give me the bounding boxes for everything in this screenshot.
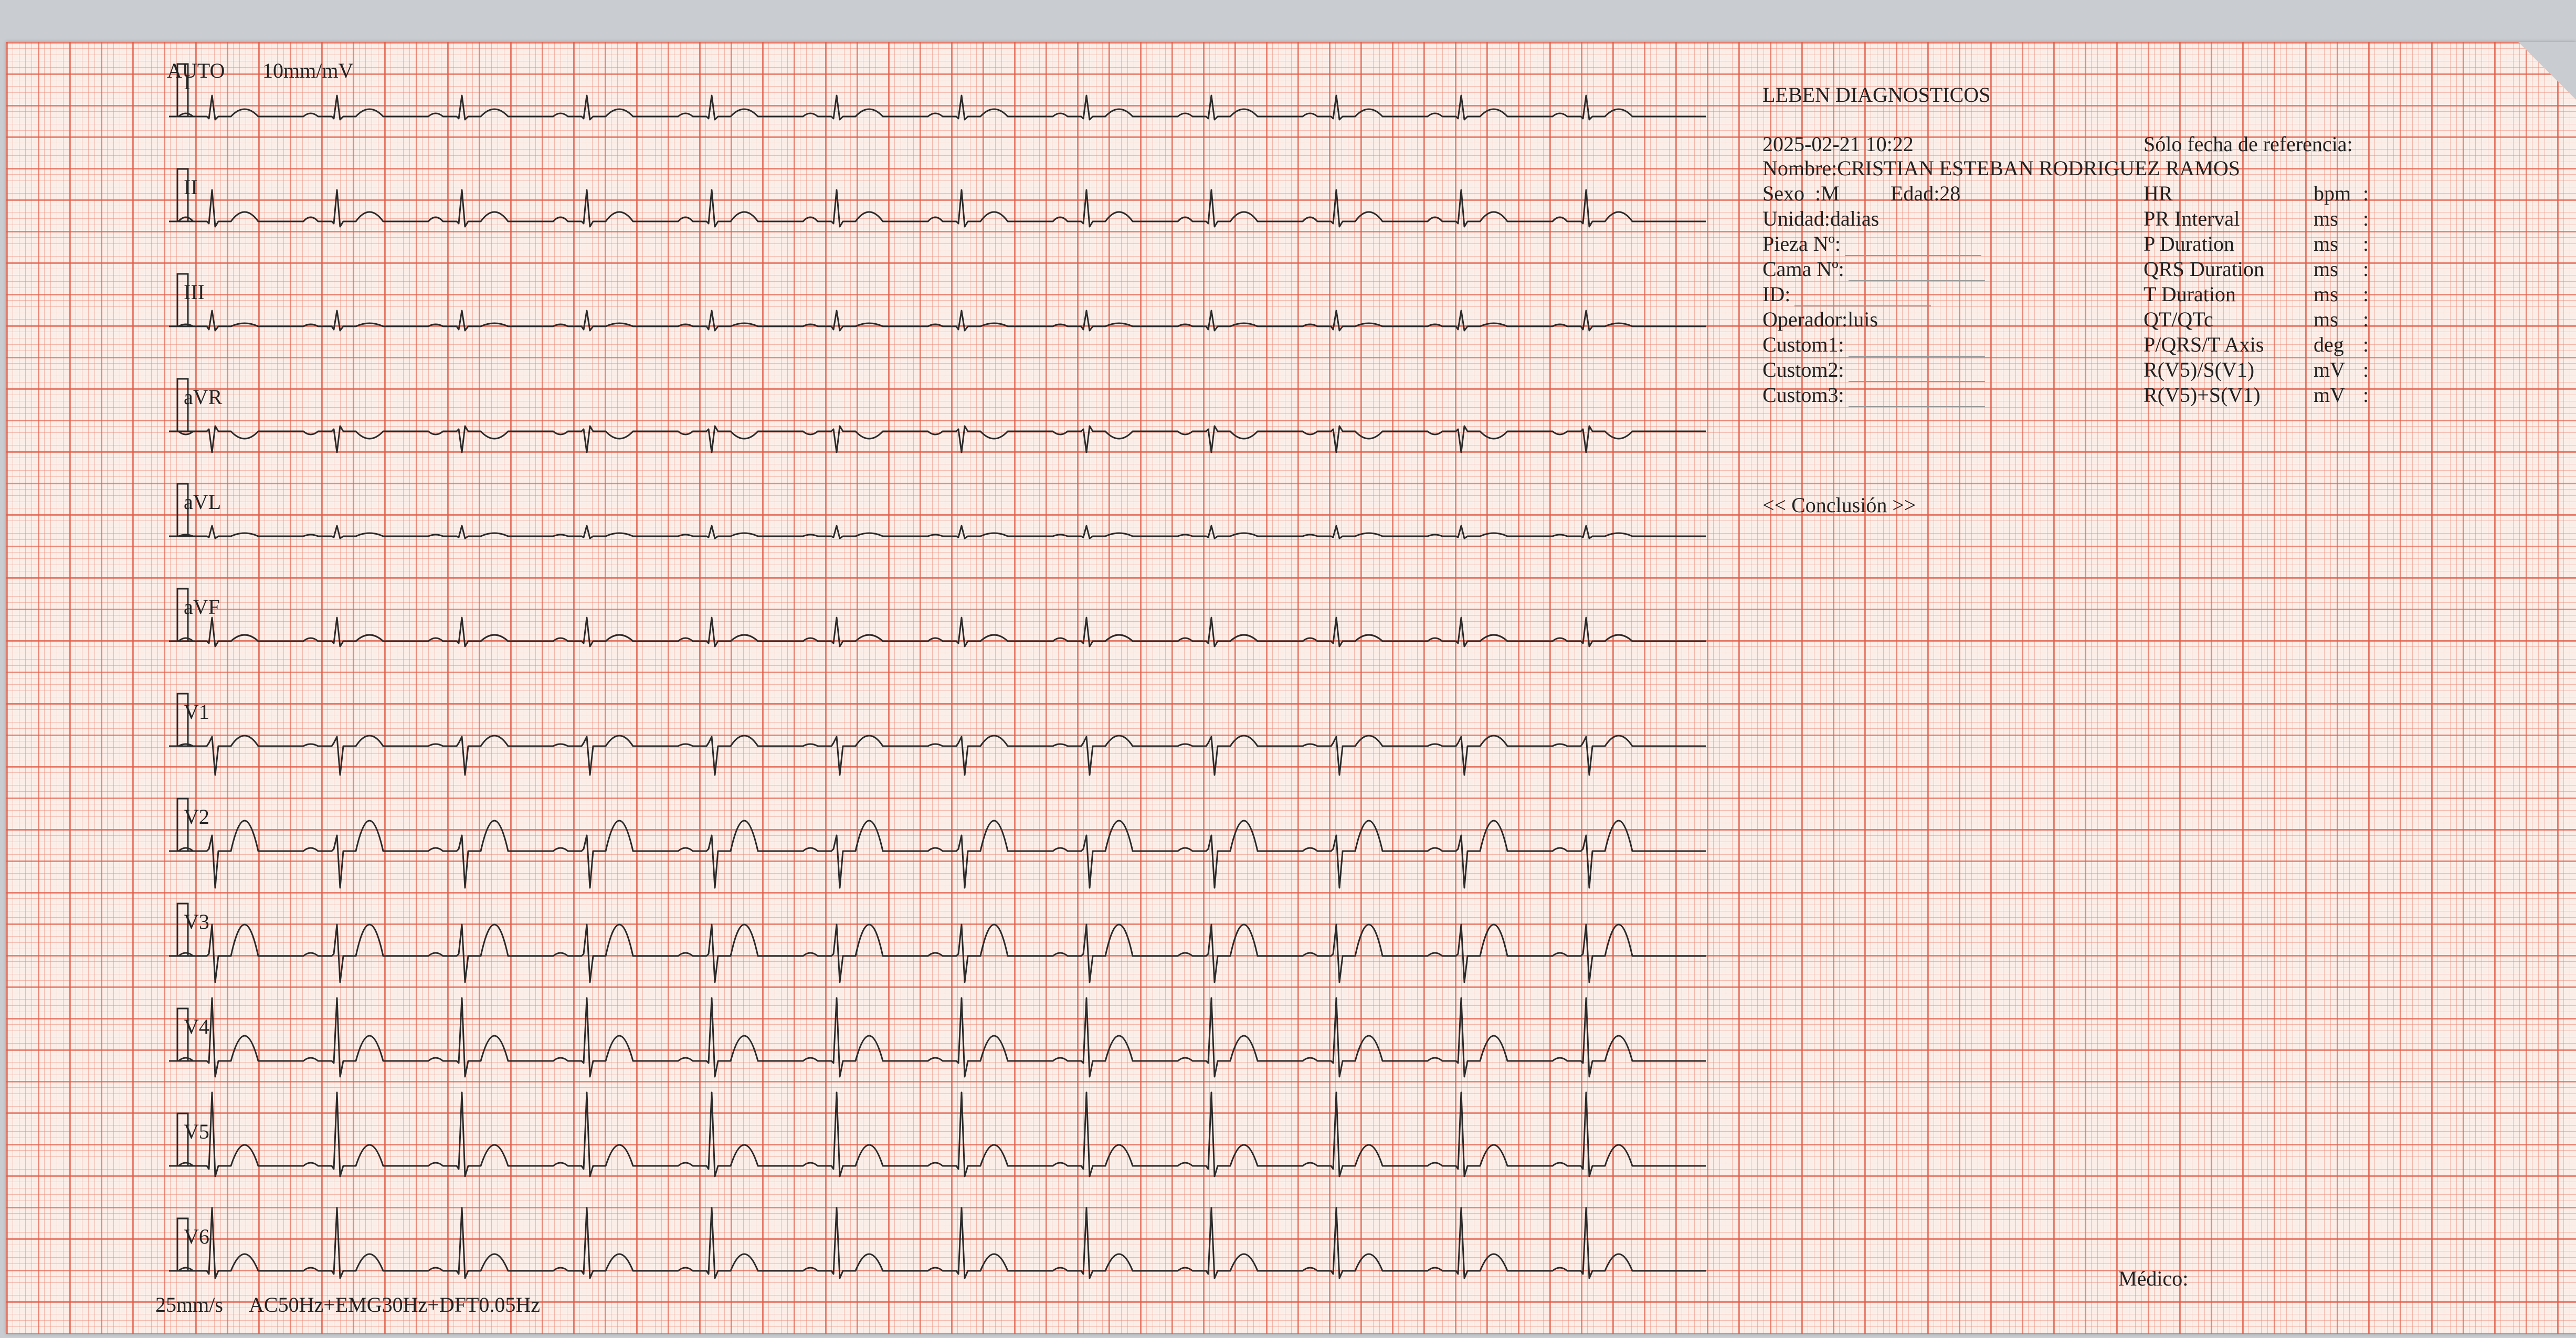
ecg-trace-v4 (177, 997, 1706, 1078)
bed-label: Cama Nº: (1762, 257, 1844, 281)
ecg-trace-iii (177, 310, 1706, 332)
lead-label-v5: V5 (184, 1120, 209, 1143)
gain-label: 10mm/mV (262, 59, 354, 82)
mode-label: AUTO (167, 59, 225, 82)
id-label: ID: (1762, 282, 1791, 306)
ecg-trace-v2 (177, 820, 1706, 889)
measure-unit: ms (2314, 307, 2338, 331)
measure-separator: : (2363, 307, 2369, 331)
room-blank (1845, 239, 1982, 256)
filter-settings: AC50Hz+EMG30Hz+DFT0.05Hz (249, 1293, 541, 1316)
patient-sex: Sexo :M (1762, 182, 1840, 205)
measure-separator: : (2363, 383, 2369, 407)
doctor-label: Médico: (2118, 1267, 2189, 1290)
reference-note: Sólo fecha de referencia: (2144, 132, 2353, 156)
measure-separator: : (2363, 333, 2369, 356)
room-label: Pieza Nº: (1762, 232, 1841, 256)
exam-datetime: 2025-02-21 10:22 (1762, 132, 1914, 156)
ecg-trace-avf (177, 617, 1706, 647)
lead-label-avl: aVL (184, 490, 221, 514)
operator-field: Operador:luis (1762, 307, 1878, 331)
bed-blank (1848, 264, 1985, 281)
ecg-trace-avl (177, 525, 1706, 539)
custom3-label: Custom3: (1762, 383, 1844, 407)
measure-label: PR Interval (2144, 207, 2240, 230)
measure-unit: ms (2314, 257, 2338, 281)
measure-separator: : (2363, 257, 2369, 281)
lead-label-ii: II (184, 175, 198, 199)
measure-unit: ms (2314, 282, 2338, 306)
lead-label-v3: V3 (184, 910, 209, 933)
measure-label: HR (2144, 182, 2173, 205)
id-blank (1794, 290, 1931, 306)
lead-label-avr: aVR (184, 385, 223, 409)
custom2-field: Custom2: (1762, 358, 1985, 382)
room-field: Pieza Nº: (1762, 232, 1982, 256)
measure-label: T Duration (2144, 282, 2236, 306)
ecg-trace-avr (177, 425, 1706, 453)
patient-age: Edad:28 (1891, 182, 1961, 205)
lead-label-iii: III (184, 280, 205, 304)
lead-label-avf: aVF (184, 595, 220, 619)
lead-label-i: I (184, 70, 191, 94)
ecg-trace-i (177, 94, 1706, 121)
measure-label: P Duration (2144, 232, 2234, 256)
custom1-blank (1848, 340, 1985, 357)
ecg-trace-v3 (177, 923, 1706, 983)
measure-separator: : (2363, 358, 2369, 381)
ecg-trace-ii (177, 189, 1706, 228)
lead-label-v4: V4 (184, 1015, 209, 1038)
measure-separator: : (2363, 232, 2369, 256)
ecg-trace-v1 (177, 735, 1706, 776)
company-name: LEBEN DIAGNOSTICOS (1762, 83, 1991, 107)
conclusion-heading: << Conclusión >> (1762, 493, 1916, 517)
custom1-field: Custom1: (1762, 333, 1985, 357)
id-field: ID: (1762, 282, 1931, 306)
lead-label-v2: V2 (184, 805, 209, 829)
ecg-trace-v6 (177, 1207, 1706, 1279)
paper-speed: 25mm/s (155, 1293, 223, 1316)
measure-unit: deg (2314, 333, 2344, 356)
custom1-label: Custom1: (1762, 333, 1844, 356)
measure-unit: ms (2314, 232, 2338, 256)
lead-label-v6: V6 (184, 1225, 209, 1248)
measure-separator: : (2363, 207, 2369, 230)
measure-label: P/QRS/T Axis (2144, 333, 2264, 356)
custom2-blank (1848, 365, 1985, 382)
ecg-trace-v5 (177, 1091, 1706, 1177)
patient-unit: Unidad:dalias (1762, 207, 1880, 230)
custom3-field: Custom3: (1762, 383, 1985, 407)
measure-label: R(V5)/S(V1) (2144, 358, 2255, 381)
measure-label: QRS Duration (2144, 257, 2264, 281)
measure-label: QT/QTc (2144, 307, 2213, 331)
measure-unit: bpm (2314, 182, 2351, 205)
measure-unit: mV (2314, 358, 2345, 381)
ecg-traces (169, 63, 1706, 1279)
measure-separator: : (2363, 282, 2369, 306)
measure-separator: : (2363, 182, 2369, 205)
measure-unit: ms (2314, 207, 2338, 230)
measure-unit: mV (2314, 383, 2345, 407)
lead-label-v1: V1 (184, 700, 209, 724)
patient-name: Nombre:CRISTIAN ESTEBAN RODRIGUEZ RAMOS (1762, 156, 2240, 180)
custom2-label: Custom2: (1762, 358, 1844, 381)
bed-field: Cama Nº: (1762, 257, 1985, 281)
custom3-blank (1848, 390, 1985, 407)
measure-label: R(V5)+S(V1) (2144, 383, 2261, 407)
